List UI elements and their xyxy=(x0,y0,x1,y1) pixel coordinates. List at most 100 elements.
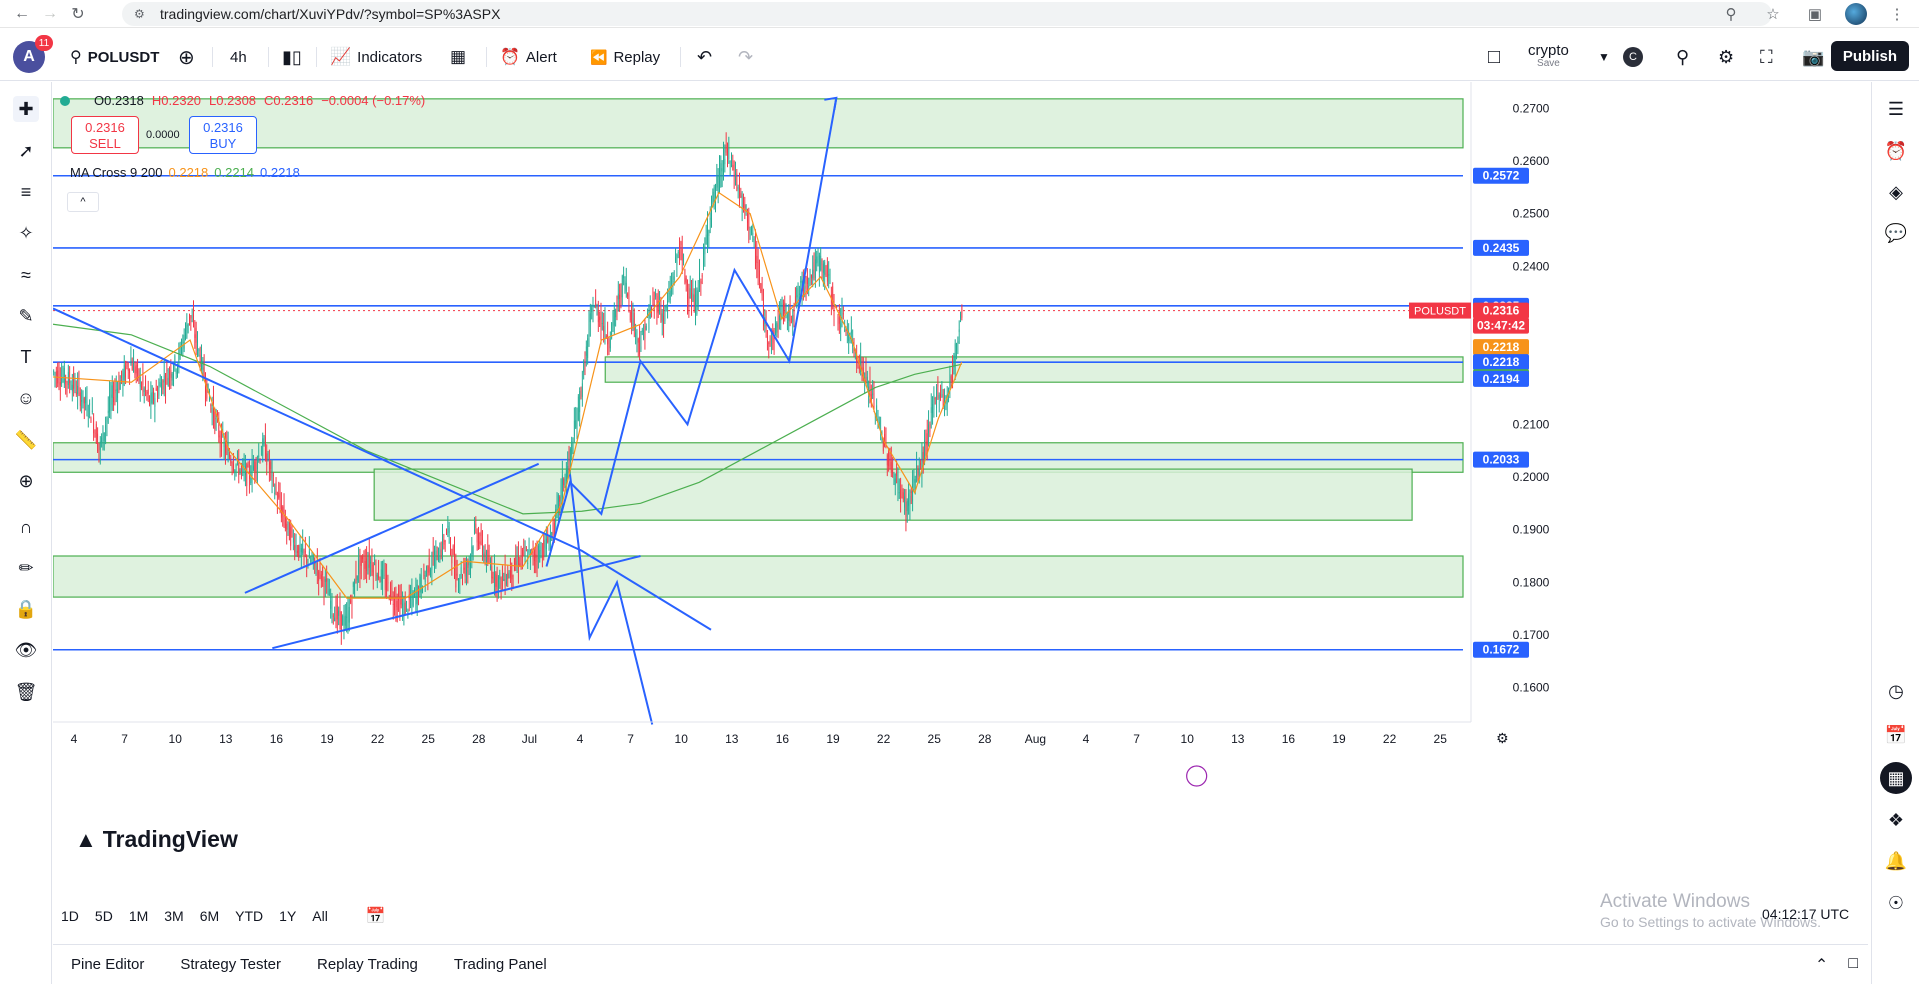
lock-icon[interactable]: 🔒 xyxy=(13,596,39,622)
settings-gear-icon[interactable]: ⚙ xyxy=(1718,39,1734,75)
compare-symbol-icon[interactable]: ⊕ xyxy=(178,39,195,75)
range-1m[interactable]: 1M xyxy=(121,904,156,928)
symbol-search[interactable]: ⚲ POLUSDT xyxy=(70,39,159,75)
watchlist-icon[interactable]: ☰ xyxy=(1883,96,1909,122)
candle-body xyxy=(343,616,345,629)
fullscreen-icon[interactable]: ⛶ xyxy=(1760,39,1773,75)
replay-button[interactable]: ⏪ Replay xyxy=(590,39,660,75)
sell-button[interactable]: 0.2316 SELL xyxy=(71,116,139,154)
profile-avatar[interactable] xyxy=(1845,3,1867,25)
ruler-icon[interactable]: 📏 xyxy=(13,427,39,453)
bell-icon[interactable]: 🔔 xyxy=(1883,848,1909,874)
browser-menu-icon[interactable]: ⋮ xyxy=(1885,2,1909,26)
address-bar[interactable]: ⚙ tradingview.com/chart/XuviYPdv/?symbol… xyxy=(122,2,1772,26)
chat-icon[interactable]: 💬 xyxy=(1883,220,1909,246)
redo-icon[interactable]: ↷ xyxy=(738,39,753,75)
alert-button[interactable]: ⏰ Alert xyxy=(500,39,557,75)
maximize-panel-icon[interactable]: □ xyxy=(1848,955,1858,975)
layout-selector[interactable]: crypto Save xyxy=(1528,43,1569,69)
range-all[interactable]: All xyxy=(304,904,336,928)
candle-body xyxy=(134,366,136,375)
bookmark-star-icon[interactable]: ☆ xyxy=(1761,2,1785,26)
back-icon[interactable]: ← xyxy=(8,0,36,28)
templates-grid-icon[interactable]: ▦ xyxy=(450,39,466,75)
candle-body xyxy=(231,465,233,468)
zoom-in-icon[interactable]: ⊕ xyxy=(13,468,39,494)
candle-body xyxy=(809,271,811,273)
buy-button[interactable]: 0.2316 BUY xyxy=(189,116,257,154)
candle-body xyxy=(930,407,932,414)
text-icon[interactable]: T xyxy=(13,344,39,370)
help-icon[interactable]: ☉ xyxy=(1883,890,1909,916)
date-range-bar: 1D 5D 1M 3M 6M YTD 1Y All 📅 xyxy=(53,896,386,936)
site-info-icon[interactable]: ⚙ xyxy=(134,7,148,21)
range-6m[interactable]: 6M xyxy=(192,904,227,928)
chart-pane[interactable]: 0.2700 0.2600 0.2500 0.2400 0.2100 0.2000 0.19… xyxy=(53,82,1868,857)
pencil-lock-icon[interactable]: ✏ xyxy=(13,555,39,581)
candle-body xyxy=(83,398,85,404)
candle-body xyxy=(143,388,145,393)
candle-body xyxy=(521,549,523,558)
range-3m[interactable]: 3M xyxy=(156,904,191,928)
apps-grid-icon[interactable]: ▦ xyxy=(1880,762,1912,794)
range-1y[interactable]: 1Y xyxy=(271,904,304,928)
quick-search-icon[interactable]: ⚲ xyxy=(1676,39,1689,75)
candle-body xyxy=(256,462,258,470)
candle-body xyxy=(483,553,485,557)
forward-icon[interactable]: → xyxy=(36,0,64,28)
candle-body xyxy=(601,323,603,325)
calendar-icon[interactable]: 📅 xyxy=(1883,722,1909,748)
candle-body xyxy=(929,423,931,432)
candle-body xyxy=(805,285,807,289)
publish-button[interactable]: Publish xyxy=(1830,41,1909,71)
tab-pine-editor[interactable]: Pine Editor xyxy=(53,956,162,973)
forecast-icon[interactable]: ≈ xyxy=(13,262,39,288)
emoji-icon[interactable]: ☺ xyxy=(13,385,39,411)
extensions-icon[interactable]: ▣ xyxy=(1803,2,1827,26)
candle-type-icon[interactable]: ▮▯ xyxy=(282,39,302,75)
camera-icon[interactable]: 📷 xyxy=(1802,39,1824,75)
utc-clock[interactable]: 04:12:17 UTC xyxy=(1762,906,1849,922)
broadcast-icon[interactable]: ❖ xyxy=(1883,807,1909,833)
zoom-icon[interactable]: ⚲ xyxy=(1719,2,1743,26)
candle-body xyxy=(636,330,638,339)
candle-body xyxy=(925,441,927,447)
chevron-up-icon[interactable]: ⌃ xyxy=(1815,955,1828,975)
horizontal-lines-icon[interactable]: ≡ xyxy=(13,179,39,205)
brush-icon[interactable]: ✎ xyxy=(13,303,39,329)
magnet-icon[interactable]: ∩ xyxy=(13,514,39,540)
reload-icon[interactable]: ↻ xyxy=(64,0,92,28)
candle-body xyxy=(580,393,582,397)
layout-badge[interactable]: C xyxy=(1623,47,1643,67)
collapse-legend-button[interactable]: ^ xyxy=(67,192,99,212)
alerts-clock-icon[interactable]: ⏰ xyxy=(1883,138,1909,164)
ma-cross-legend[interactable]: MA Cross 9 200 0.2218 0.2214 0.2218 xyxy=(70,165,300,180)
range-ytd[interactable]: YTD xyxy=(227,904,271,928)
layers-icon[interactable]: ◈ xyxy=(1883,179,1909,205)
tab-replay-trading[interactable]: Replay Trading xyxy=(299,956,436,973)
price-chart[interactable]: 0.2700 0.2600 0.2500 0.2400 0.2100 0.2000 0.19… xyxy=(53,82,1868,857)
price-label-tag: 0.2218 xyxy=(1473,354,1529,371)
eye-icon[interactable]: 👁 xyxy=(13,637,39,663)
candle-body xyxy=(692,293,694,302)
tab-trading-panel[interactable]: Trading Panel xyxy=(436,956,565,973)
goto-date-icon[interactable]: 📅 xyxy=(366,906,386,926)
tab-strategy-tester[interactable]: Strategy Tester xyxy=(162,956,299,973)
trend-line-icon[interactable]: ➚ xyxy=(13,138,39,164)
candle-body xyxy=(259,460,261,462)
candle-body xyxy=(171,373,173,381)
pattern-icon[interactable]: ✧ xyxy=(13,220,39,246)
candle-body xyxy=(347,610,349,631)
candle-body xyxy=(591,307,593,313)
undo-icon[interactable]: ↶ xyxy=(697,39,712,75)
range-1d[interactable]: 1D xyxy=(53,904,87,928)
price-tick-label: 0.2600 xyxy=(1513,154,1550,168)
layout-square-icon[interactable]: □ xyxy=(1488,39,1500,75)
range-5d[interactable]: 5D xyxy=(87,904,121,928)
indicators-button[interactable]: 📈 Indicators xyxy=(330,39,422,75)
gauge-icon[interactable]: ◷ xyxy=(1883,678,1909,704)
crosshair-icon[interactable]: ✚ xyxy=(13,96,39,122)
trash-icon[interactable]: 🗑 xyxy=(13,679,39,705)
interval-button[interactable]: 4h xyxy=(230,39,247,75)
chevron-down-icon[interactable]: ▼ xyxy=(1598,39,1610,75)
